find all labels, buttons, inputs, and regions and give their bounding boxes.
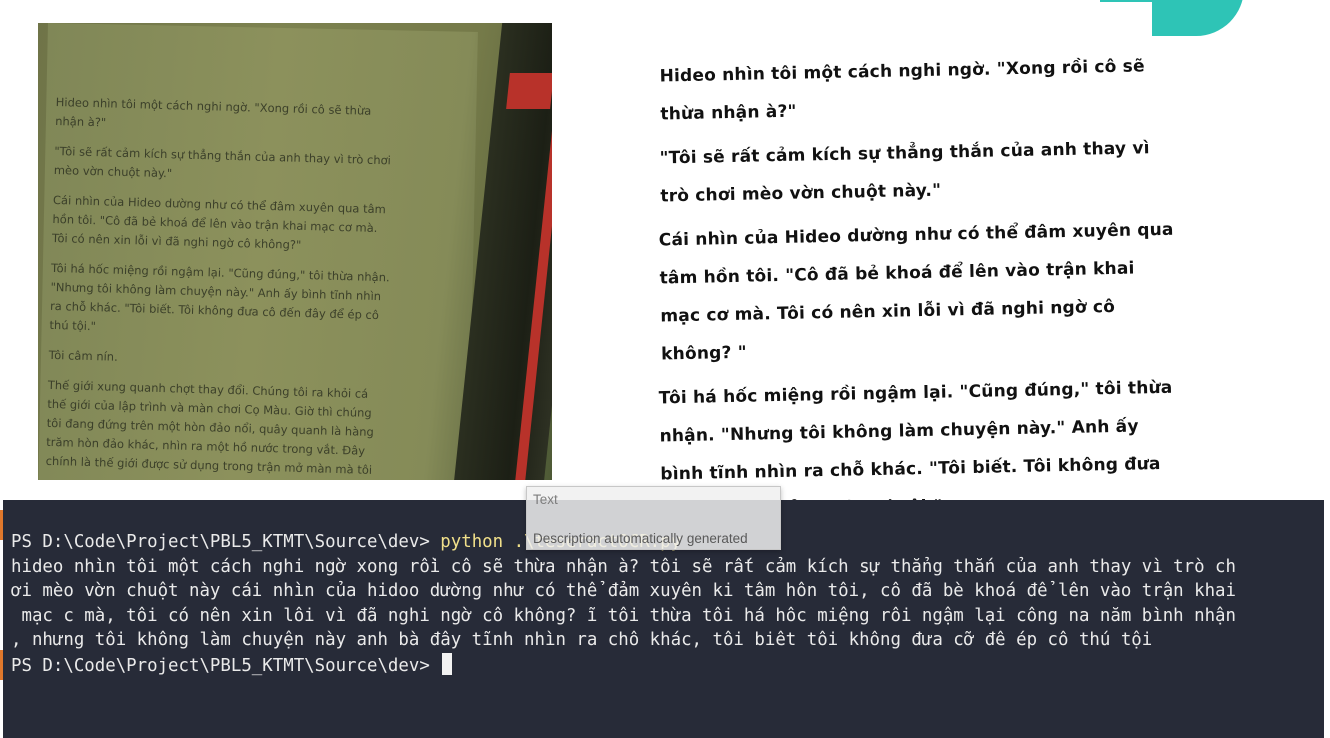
- book-photo: Hideo nhìn tôi một cách nghi ngờ. "Xong …: [38, 23, 552, 480]
- terminal-prompt: PS D:\Code\Project\PBL5_KTMT\Source\dev>: [11, 655, 441, 676]
- decor-teal-shape: [1152, 0, 1244, 36]
- terminal-prompt-line: PS D:\Code\Project\PBL5_KTMT\Source\dev>: [11, 652, 1324, 678]
- tooltip-title: Text: [533, 492, 558, 507]
- photo-paragraph: Tôi há hốc miệng rồi ngậm lại. "Cũng đún…: [49, 260, 390, 334]
- photo-paragraph: "Tôi sẽ rất cảm kích sự thẳng thắn của a…: [53, 143, 392, 181]
- photo-paragraph: Thế giới xung quanh chợt thay đổi. Chúng…: [45, 377, 375, 477]
- photo-paragraph: Cái nhìn của Hideo dường như có thể đâm …: [51, 192, 387, 252]
- scan-paragraph: Hideo nhìn tôi một cách nghi ngờ. "Xong …: [659, 56, 1145, 125]
- alt-text-tooltip: Text Description automatically generated: [526, 486, 781, 550]
- tooltip-description: Description automatically generated: [533, 531, 748, 546]
- scan-paragraph: Cái nhìn của Hideo dường như có thể đâm …: [658, 219, 1174, 365]
- photo-paragraph: Tôi câm nín.: [48, 347, 118, 364]
- photo-paragraph: Hideo nhìn tôi một cách nghi ngờ. "Xong …: [55, 94, 372, 130]
- decor-teal-line: [1100, 0, 1160, 2]
- terminal-output-line: mạc c mà, tôi có nên xin lôi vì đã nghi …: [11, 605, 1236, 626]
- terminal-output-line: , nhưng tôi không làm chuyện này anh bà …: [11, 630, 1153, 650]
- book-photo-red-corner: [506, 73, 552, 109]
- terminal-output-line: hideo nhìn tôi một cách nghi ngờ xong rồ…: [11, 556, 1236, 577]
- terminal-output-line: ơi mèo vờn chuột này cái nhìn của hidoo …: [11, 581, 1236, 601]
- scanned-text: Hideo nhìn tôi một cách nghi ngờ. "Xong …: [636, 56, 1181, 538]
- terminal-cursor[interactable]: [442, 652, 453, 675]
- book-photo-text: Hideo nhìn tôi một cách nghi ngờ. "Xong …: [45, 93, 396, 480]
- scan-paragraph: "Tôi sẽ rất cảm kích sự thẳng thắn của a…: [659, 138, 1150, 207]
- terminal-prompt: PS D:\Code\Project\PBL5_KTMT\Source\dev>: [11, 532, 441, 552]
